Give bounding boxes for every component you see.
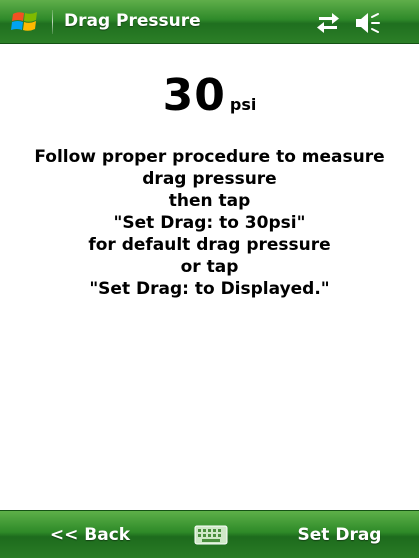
back-button[interactable]: << Back bbox=[0, 511, 180, 559]
connectivity-arrows-icon[interactable] bbox=[315, 12, 341, 34]
instruction-line: drag pressure bbox=[142, 169, 277, 189]
title-divider bbox=[52, 10, 53, 34]
windows-flag-icon[interactable] bbox=[10, 8, 40, 36]
pressure-display: 30 psi bbox=[0, 70, 419, 121]
speaker-muted-icon[interactable] bbox=[354, 11, 382, 35]
instructions-text: Follow proper procedure to measure drag … bbox=[10, 146, 409, 300]
window-title: Drag Pressure bbox=[64, 11, 201, 31]
instruction-line: then tap bbox=[168, 191, 251, 211]
instruction-line: "Set Drag: to Displayed." bbox=[89, 279, 330, 299]
title-bar: Drag Pressure bbox=[0, 0, 419, 44]
instruction-line: or tap bbox=[180, 257, 239, 277]
instruction-line: for default drag pressure bbox=[88, 235, 331, 255]
instruction-line: "Set Drag: to 30psi" bbox=[113, 213, 306, 233]
set-drag-button[interactable]: Set Drag bbox=[260, 511, 419, 559]
instruction-line: Follow proper procedure to measure bbox=[34, 147, 385, 167]
pressure-value: 30 bbox=[162, 70, 226, 121]
softkey-bar: << Back Set Drag bbox=[0, 510, 419, 558]
keyboard-icon[interactable] bbox=[194, 525, 228, 545]
pressure-unit: psi bbox=[229, 95, 257, 114]
